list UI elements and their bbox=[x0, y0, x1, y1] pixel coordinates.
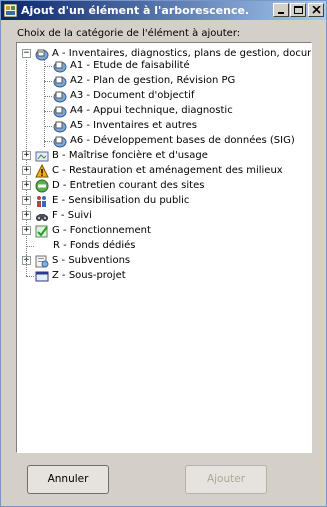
close-button[interactable] bbox=[308, 3, 324, 17]
minimize-button[interactable] bbox=[273, 3, 289, 17]
subproject-icon bbox=[35, 271, 49, 282]
study-icon bbox=[53, 61, 67, 73]
study-icon bbox=[53, 91, 67, 103]
expand-toggle-f[interactable]: + bbox=[22, 211, 31, 220]
add-button[interactable]: Ajouter bbox=[185, 465, 267, 494]
expand-toggle-b[interactable]: + bbox=[22, 151, 31, 160]
study-icon bbox=[53, 106, 67, 118]
maintenance-icon bbox=[35, 179, 49, 193]
tree-connector bbox=[44, 141, 52, 142]
study-icon bbox=[53, 136, 67, 148]
tree-connector bbox=[44, 111, 52, 112]
warning-icon bbox=[35, 164, 49, 178]
tree-node-label: E - Sensibilisation du public bbox=[52, 195, 190, 206]
tree-node-label: S - Subventions bbox=[52, 255, 131, 266]
category-tree[interactable]: − A - Inventaires, diagnostics, plans de… bbox=[16, 42, 312, 453]
monitoring-icon bbox=[36, 214, 48, 221]
grant-icon bbox=[35, 255, 49, 268]
expand-toggle-e[interactable]: + bbox=[22, 196, 31, 205]
study-icon bbox=[53, 76, 67, 88]
tree-node-label: A4 - Appui technique, diagnostic bbox=[70, 105, 233, 116]
expand-toggle-d[interactable]: + bbox=[22, 181, 31, 190]
tree-node-label: A3 - Document d'objectif bbox=[70, 90, 195, 101]
land-icon bbox=[35, 151, 49, 162]
public-icon bbox=[37, 196, 46, 207]
tree-node-label: A - Inventaires, diagnostics, plans de g… bbox=[52, 48, 311, 59]
maximize-icon bbox=[294, 6, 303, 14]
expand-toggle-c[interactable]: + bbox=[22, 166, 31, 175]
window-title: Ajout d'un élément à l'arborescence. bbox=[21, 4, 250, 17]
category-prompt: Choix de la catégorie de l'élément à ajo… bbox=[17, 28, 241, 39]
check-icon bbox=[35, 225, 48, 238]
title-bar[interactable]: Ajout d'un élément à l'arborescence. bbox=[1, 1, 326, 20]
app-icon bbox=[4, 4, 17, 17]
expand-toggle-g[interactable]: + bbox=[22, 226, 31, 235]
tree-node-label: B - Maîtrise foncière et d'usage bbox=[52, 150, 208, 161]
tree-node-label: A5 - Inventaires et autres bbox=[70, 120, 198, 131]
tree-node-label: A6 - Développement bases de données (SIG… bbox=[70, 135, 295, 146]
study-icon bbox=[35, 49, 49, 61]
tree-node-label: Z - Sous-projet bbox=[52, 270, 126, 281]
tree-connector bbox=[44, 81, 52, 82]
tree-node-label: C - Restauration et aménagement des mili… bbox=[52, 165, 283, 176]
close-icon bbox=[312, 6, 321, 14]
minimize-icon bbox=[278, 12, 284, 14]
tree-connector bbox=[44, 60, 45, 147]
dialog-window: Ajout d'un élément à l'arborescence. Cho… bbox=[0, 0, 327, 507]
tree-node-label: G - Fonctionnement bbox=[52, 225, 151, 236]
tree-connector bbox=[26, 276, 34, 277]
tree-connector bbox=[26, 246, 34, 247]
tree-connector bbox=[44, 66, 52, 67]
tree-connector bbox=[26, 255, 27, 276]
tree-node-label: R - Fonds dédiés bbox=[53, 240, 136, 251]
tree-connector bbox=[44, 126, 52, 127]
maximize-button[interactable] bbox=[290, 3, 306, 17]
tree-node-label: A2 - Plan de gestion, Révision PG bbox=[70, 75, 236, 86]
tree-node-label: D - Entretien courant des sites bbox=[52, 180, 205, 191]
cancel-button[interactable]: Annuler bbox=[27, 465, 109, 494]
study-icon bbox=[53, 121, 67, 133]
tree-node-label: F - Suivi bbox=[52, 210, 92, 221]
expand-toggle-a[interactable]: − bbox=[22, 49, 31, 58]
tree-connector bbox=[44, 96, 52, 97]
tree-node-label: A1 - Etude de faisabilité bbox=[70, 60, 190, 71]
